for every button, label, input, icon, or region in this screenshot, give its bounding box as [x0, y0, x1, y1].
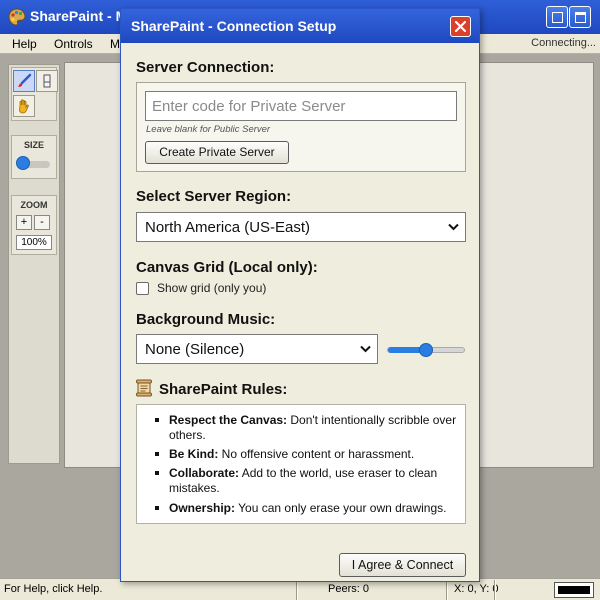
- zoom-label: ZOOM: [20, 200, 48, 210]
- agree-connect-button[interactable]: I Agree & Connect: [339, 553, 466, 577]
- connection-setup-dialog: SharePaint - Connection Setup Server Con…: [120, 8, 480, 582]
- menu-m[interactable]: M: [110, 37, 120, 51]
- menu-controls[interactable]: Ontrols: [54, 37, 93, 51]
- rule-item: Collaborate: Add to the world, use erase…: [155, 466, 459, 495]
- minimize-icon: [552, 12, 563, 23]
- server-region-heading: Select Server Region:: [136, 188, 292, 205]
- dialog-titlebar: SharePaint - Connection Setup: [121, 9, 479, 43]
- status-divider: [446, 580, 448, 600]
- background-music-heading: Background Music:: [136, 311, 276, 328]
- server-region-select[interactable]: North America (US-East): [136, 212, 466, 242]
- rule-text: You can only erase your own drawings.: [235, 501, 447, 515]
- server-region-value: North America (US-East): [145, 219, 311, 236]
- toolbox: SIZE ZOOM + - 100%: [8, 64, 60, 464]
- rule-item: Ownership: You can only erase your own d…: [155, 501, 459, 516]
- status-coordinates: X: 0, Y: 0: [454, 583, 499, 595]
- maximize-icon: [575, 12, 586, 23]
- current-color-indicator: [554, 582, 594, 598]
- connection-status: Connecting...: [531, 37, 596, 49]
- rule-title: Be Kind:: [169, 447, 219, 461]
- close-icon: [455, 21, 466, 32]
- maximize-button[interactable]: [569, 6, 591, 28]
- dialog-title: SharePaint - Connection Setup: [131, 18, 337, 34]
- music-value: None (Silence): [145, 341, 245, 358]
- pan-tool-button[interactable]: [13, 95, 35, 117]
- status-help-text: For Help, click Help.: [4, 583, 103, 595]
- zoom-level: 100%: [16, 235, 52, 250]
- rule-item: Be Kind: No offensive content or harassm…: [155, 447, 459, 462]
- rule-text: No offensive content or harassment.: [218, 447, 415, 461]
- rule-title: Ownership:: [169, 501, 236, 515]
- zoom-group: ZOOM + - 100%: [11, 195, 57, 255]
- show-grid-checkbox[interactable]: [136, 282, 149, 295]
- color-swatch: [558, 586, 590, 594]
- status-peers: Peers: 0: [328, 583, 369, 595]
- size-slider-handle[interactable]: [16, 156, 30, 170]
- zoom-out-button[interactable]: -: [34, 215, 50, 230]
- server-code-hint: Leave blank for Public Server: [146, 124, 271, 135]
- rule-title: Collaborate:: [169, 466, 240, 480]
- music-select[interactable]: None (Silence): [136, 334, 378, 364]
- create-private-server-button[interactable]: Create Private Server: [145, 141, 289, 164]
- tool-group: [11, 67, 58, 121]
- minimize-button[interactable]: [546, 6, 568, 28]
- close-button[interactable]: [450, 16, 471, 37]
- size-group: SIZE: [11, 135, 57, 179]
- palette-icon: [8, 8, 26, 26]
- server-connection-panel: Leave blank for Public Server Create Pri…: [136, 82, 466, 172]
- scroll-icon: [136, 379, 152, 397]
- status-divider: [494, 580, 496, 600]
- volume-slider-handle[interactable]: [419, 343, 433, 357]
- hand-icon: [19, 99, 29, 114]
- brush-tool-button[interactable]: [13, 70, 35, 92]
- rule-title: Respect the Canvas:: [169, 413, 288, 427]
- rules-heading: SharePaint Rules:: [159, 381, 288, 398]
- eraser-tool-button[interactable]: [36, 70, 58, 92]
- show-grid-label[interactable]: Show grid (only you): [157, 281, 266, 295]
- rules-list: Respect the Canvas: Don't intentionally …: [136, 404, 466, 524]
- server-connection-heading: Server Connection:: [136, 59, 275, 76]
- brush-icon: [18, 73, 32, 87]
- app-title: SharePaint - M: [30, 8, 128, 24]
- canvas-grid-heading: Canvas Grid (Local only):: [136, 259, 318, 276]
- zoom-in-button[interactable]: +: [16, 215, 32, 230]
- chevron-down-icon: [360, 345, 371, 353]
- menu-help[interactable]: Help: [12, 37, 37, 51]
- chevron-down-icon: [448, 223, 459, 231]
- status-divider: [296, 580, 298, 600]
- eraser-icon: [43, 74, 51, 88]
- size-label: SIZE: [23, 140, 44, 150]
- rule-item: Respect the Canvas: Don't intentionally …: [155, 413, 459, 442]
- server-code-input[interactable]: [145, 91, 457, 121]
